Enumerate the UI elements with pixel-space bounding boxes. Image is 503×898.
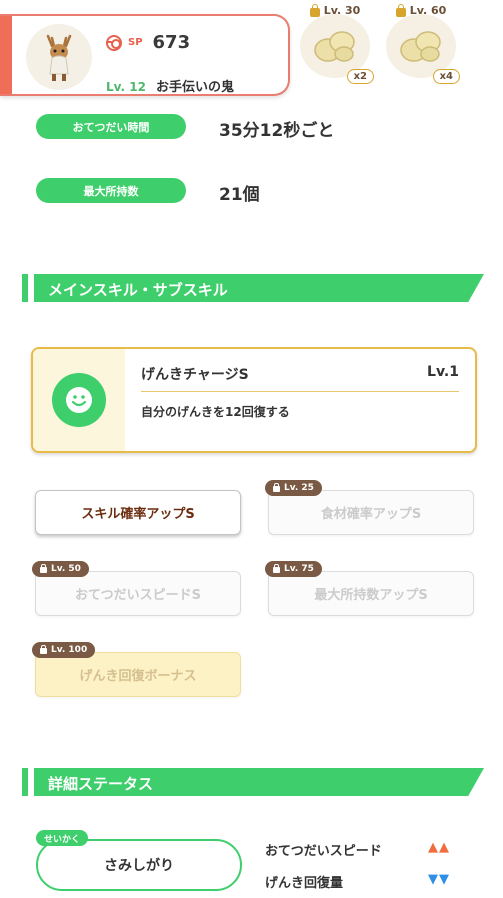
up-arrows-icon: ▲▲ [428,840,450,855]
smile-icon [52,373,106,427]
sub-skill-1[interactable]: スキル確率アップS [35,490,241,535]
nature-effect-down-label: げんき回復量 [265,876,344,891]
lock-icon [309,3,320,17]
sub-skill-2[interactable]: Lv. 25 食材確率アップS [265,480,474,535]
lock-badge: Lv. 75 [265,561,322,577]
lock-badge: Lv. 25 [265,480,322,496]
nature-tag: せいかく [36,830,89,846]
skills-section-header: メインスキル・サブスキル [22,274,484,302]
help-time-value: 35分12秒ごと [219,121,335,141]
lock-badge: Lv. 50 [32,561,89,577]
pokemon-level: Lv. 12 [106,80,146,94]
pokemon-nickname: お手伝いの鬼 [155,80,234,95]
reward-multiplier: x2 [346,69,374,84]
main-skill-card[interactable]: げんきチャージS Lv.1 自分のげんきを12回復する [31,347,477,453]
main-skill-name: げんきチャージS [141,367,249,383]
pokemon-avatar [26,24,92,90]
max-carry-value: 21個 [219,185,260,205]
level-reward-60[interactable]: Lv. 60 x4 [386,3,460,84]
ginger-ingredient-icon [400,31,441,62]
deer-pokemon-icon [46,34,72,81]
section-title: 詳細ステータス [48,775,154,793]
nature-box[interactable]: さみしがり [36,839,242,891]
details-section-header: 詳細ステータス [22,768,484,796]
sp-label: SP [128,37,143,48]
reward-level: Lv. 30 [323,4,361,17]
reward-level: Lv. 60 [409,4,447,17]
ginger-ingredient-icon [314,31,355,62]
down-arrows-icon: ▼▼ [428,872,450,887]
sub-skill-4[interactable]: Lv. 75 最大所持数アップS [265,561,474,616]
lock-icon [40,645,47,654]
help-time-label: おてつだい時間 [36,114,186,139]
sub-skill-label: 食材確率アップS [320,507,422,522]
sub-skill-label: 最大所持数アップS [314,588,428,603]
sub-skill-3[interactable]: Lv. 50 おてつだいスピードS [32,561,241,616]
divider [141,391,459,392]
sub-skill-label: げんき回復ボーナス [79,669,197,684]
main-skill-level: Lv.1 [427,364,459,380]
lock-icon [273,564,280,573]
sub-skill-label: スキル確率アップS [81,507,195,522]
level-reward-30[interactable]: Lv. 30 x2 [300,3,374,84]
lock-icon [40,564,47,573]
reward-multiplier: x4 [432,69,460,84]
pokemon-card[interactable]: SP 673 Lv. 12 お手伝いの鬼 [0,14,290,96]
main-skill-description: 自分のげんきを12回復する [141,405,290,419]
lock-icon [273,483,280,492]
card-accent [0,16,12,94]
max-carry-label: 最大所持数 [36,178,186,203]
lock-icon [395,3,406,17]
lock-badge: Lv. 100 [32,642,96,658]
nature-effect-up-label: おてつだいスピード [265,844,382,859]
sp-value: 673 [152,32,191,53]
section-title: メインスキル・サブスキル [48,281,228,299]
pokeball-icon [106,34,122,51]
sub-skill-label: おてつだいスピードS [74,588,202,603]
sub-skill-5[interactable]: Lv. 100 げんき回復ボーナス [32,642,241,697]
nature-value: さみしがり [104,858,174,874]
